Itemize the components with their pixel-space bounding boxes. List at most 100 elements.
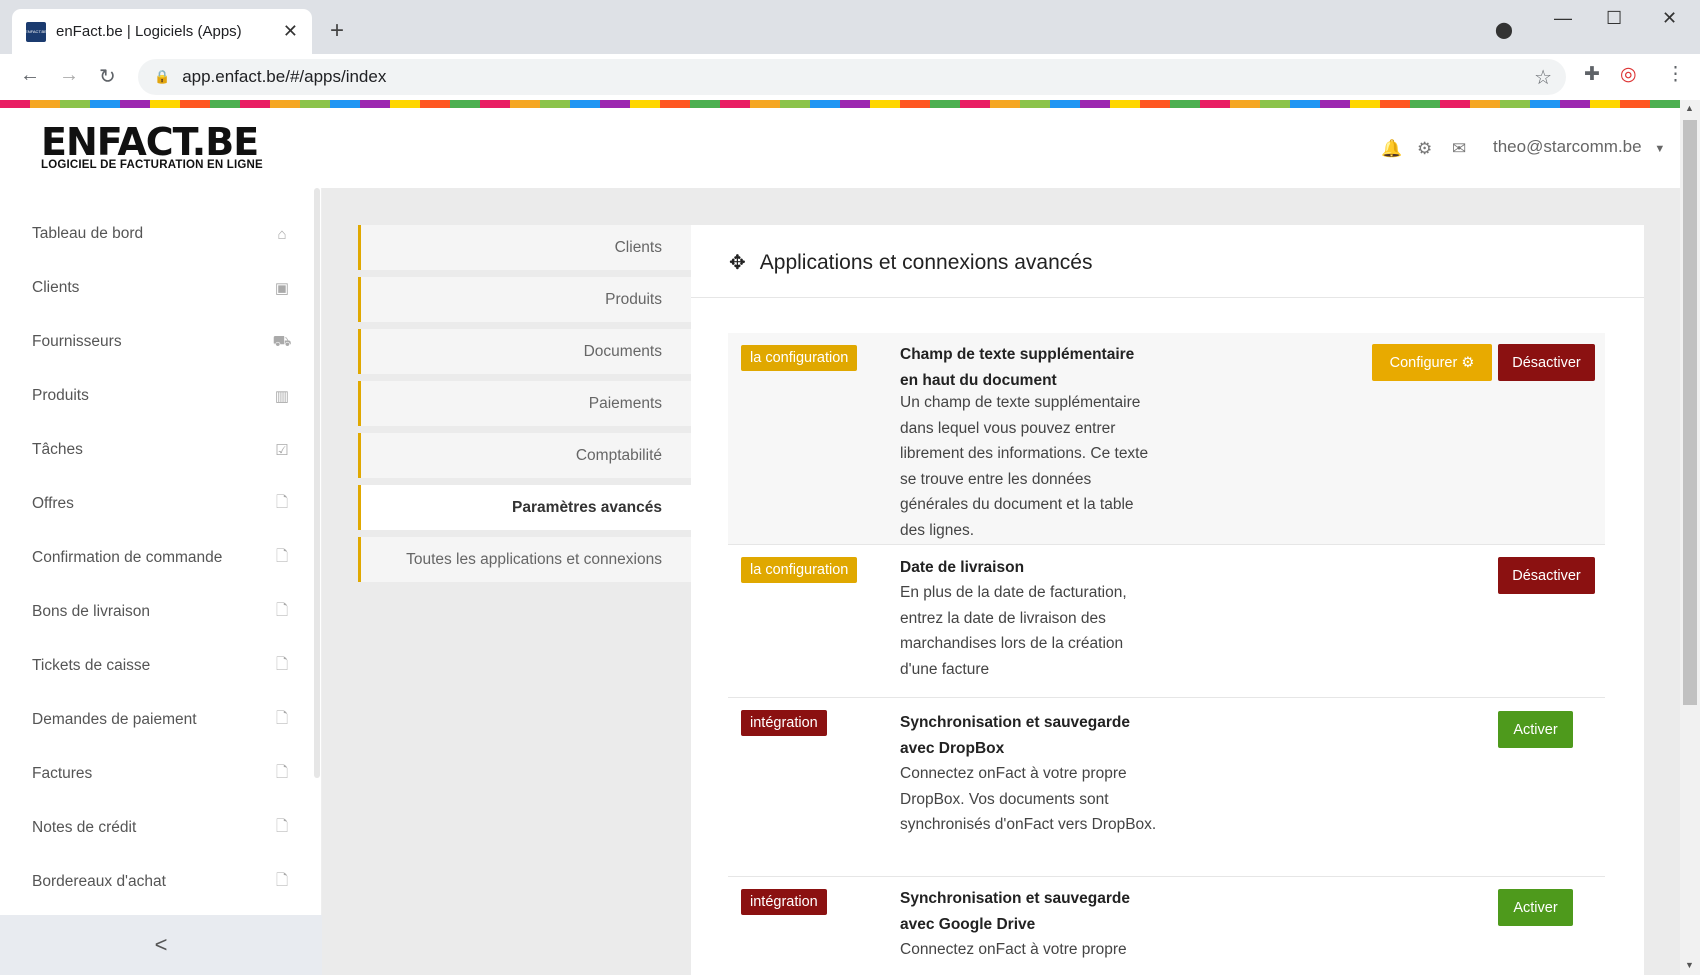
favicon-icon: ENFACT.BE — [25, 21, 47, 42]
deactivate-button[interactable]: Désactiver — [1498, 344, 1595, 381]
logo-sub: LOGICIEL DE FACTURATION EN LIGNE — [41, 159, 263, 171]
subnav-item-documents[interactable]: Documents — [358, 329, 691, 374]
pdf-file-icon: 🗋 — [275, 601, 289, 619]
scroll-down-icon[interactable]: ▼ — [1685, 960, 1694, 970]
sidebar-scrollbar[interactable] — [314, 188, 320, 778]
subnav-item-clients[interactable]: Clients — [358, 225, 691, 270]
browser-tab[interactable]: ENFACT.BE enFact.be | Logiciels (Apps) ✕ — [12, 9, 312, 54]
subnav-item-paiements[interactable]: Paiements — [358, 381, 691, 426]
cogs-icon[interactable]: ⚙ — [1417, 139, 1432, 159]
apps-panel: ✥ Applications et connexions avancés la … — [691, 225, 1644, 975]
sidebar-item-clients[interactable]: Clients ▣ — [32, 273, 292, 303]
sidebar-item-label: Confirmation de commande — [32, 549, 223, 566]
button-label: Activer — [1513, 899, 1558, 916]
minimize-icon[interactable]: — — [1554, 8, 1572, 29]
logo[interactable]: ENFACT.BE LOGICIEL DE FACTURATION EN LIG… — [41, 123, 263, 171]
sidebar-item-offres[interactable]: Offres 🗋 — [32, 489, 292, 519]
close-tab-icon[interactable]: ✕ — [283, 21, 298, 42]
maximize-icon[interactable]: ☐ — [1606, 8, 1622, 29]
page-title: ✥ Applications et connexions avancés — [729, 250, 1092, 275]
sidebar-item-label: Offres — [32, 495, 74, 512]
sidebar-item-label: Tickets de caisse — [32, 657, 151, 674]
app-description: Connectez onFact à votre propre — [900, 941, 1127, 958]
user-email: theo@starcomm.be — [1493, 137, 1642, 156]
subnav-label: Produits — [605, 290, 662, 308]
app-row: la configuration Champ de texte suppléme… — [728, 333, 1605, 545]
subnav-item-produits[interactable]: Produits — [358, 277, 691, 322]
category-badge: intégration — [741, 710, 827, 736]
new-tab-icon[interactable]: + — [330, 17, 344, 45]
pdf-file-icon: 🗋 — [275, 709, 289, 727]
sidebar-item-factures[interactable]: Factures 🗋 — [32, 759, 292, 789]
category-badge: la configuration — [741, 345, 858, 371]
button-label: Configurer ⚙ — [1389, 354, 1475, 371]
subnav-label: Clients — [614, 238, 662, 256]
app-description: Un champ de texte supplémentaire dans le… — [900, 394, 1149, 539]
sidebar-item-taches[interactable]: Tâches ☑ — [32, 435, 292, 465]
panel-title-text: Applications et connexions avancés — [759, 250, 1093, 274]
configure-button[interactable]: Configurer ⚙ — [1372, 344, 1492, 381]
subnav-label: Paramètres avancés — [512, 498, 662, 516]
sidebar-item-demandes-de-paiement[interactable]: Demandes de paiement 🗋 — [32, 705, 292, 735]
pdf-file-icon: 🗋 — [275, 547, 289, 565]
app-row: la configuration Date de livraison En pl… — [728, 545, 1605, 698]
logo-main: ENFACT.BE — [41, 120, 259, 164]
deactivate-button[interactable]: Désactiver — [1498, 557, 1595, 594]
address-bar[interactable]: 🔒 app.enfact.be/#/apps/index ☆ — [138, 59, 1566, 95]
reload-icon[interactable]: ↻ — [99, 64, 116, 89]
app-title: Synchronisation et sauvegarde avec DropB… — [900, 714, 1130, 757]
app-title: Champ de texte supplémentaire en haut du… — [900, 346, 1135, 389]
sidebar-item-label: Demandes de paiement — [32, 711, 197, 728]
extension-circles-icon[interactable]: ◎ — [1620, 63, 1637, 86]
bell-icon[interactable]: 🔔 — [1381, 139, 1402, 159]
activate-button[interactable]: Activer — [1498, 889, 1573, 926]
profile-dropdown-icon[interactable]: ⬤ — [1495, 20, 1513, 40]
activate-button[interactable]: Activer — [1498, 711, 1573, 748]
bookmark-star-icon[interactable]: ☆ — [1534, 65, 1552, 90]
sidebar-item-bordereaux-dachat[interactable]: Bordereaux d'achat 🗋 — [32, 867, 292, 897]
subnav-item-toutes-les-applications[interactable]: Toutes les applications et connexions — [358, 537, 691, 582]
back-icon[interactable]: ← — [20, 64, 40, 87]
sidebar-item-bons-de-livraison[interactable]: Bons de livraison 🗋 — [32, 597, 292, 627]
sidebar-item-produits[interactable]: Produits ▥ — [32, 381, 292, 411]
close-window-icon[interactable]: ✕ — [1662, 8, 1677, 29]
app-row: intégration Synchronisation et sauvegard… — [728, 698, 1605, 877]
rainbow-strip — [0, 100, 1700, 108]
extensions-icon[interactable]: ✚ — [1584, 63, 1600, 86]
browser-menu-icon[interactable]: ⋮ — [1666, 63, 1685, 86]
sidebar-item-label: Tableau de bord — [32, 225, 144, 242]
subnav-item-comptabilite[interactable]: Comptabilité — [358, 433, 691, 478]
puzzle-icon: ✥ — [729, 252, 746, 274]
sidebar-item-fournisseurs[interactable]: Fournisseurs ⛟ — [32, 327, 292, 357]
collapse-sidebar-button[interactable]: < — [0, 915, 322, 975]
browser-toolbar: ← → ↻ 🔒 app.enfact.be/#/apps/index ☆ — [0, 54, 1700, 100]
app-header: ENFACT.BE LOGICIEL DE FACTURATION EN LIG… — [0, 108, 1680, 188]
scrollbar-thumb[interactable] — [1683, 120, 1697, 705]
tab-bar: ENFACT.BE enFact.be | Logiciels (Apps) ✕… — [0, 0, 1700, 54]
settings-subnav: Clients Produits Documents Paiements Com… — [358, 225, 691, 589]
scroll-up-icon[interactable]: ▲ — [1685, 103, 1694, 113]
home-icon: ⌂ — [277, 225, 287, 243]
subnav-item-parametres-avances[interactable]: Paramètres avancés — [358, 485, 691, 530]
sidebar-item-label: Bons de livraison — [32, 603, 151, 620]
sidebar-item-label: Fournisseurs — [32, 333, 122, 350]
subnav-label: Toutes les applications et connexions — [406, 550, 662, 568]
pdf-file-icon: 🗋 — [275, 493, 289, 511]
sidebar-item-tickets-de-caisse[interactable]: Tickets de caisse 🗋 — [32, 651, 292, 681]
sidebar-item-confirmation-de-commande[interactable]: Confirmation de commande 🗋 — [32, 543, 292, 573]
pdf-file-icon: 🗋 — [275, 655, 289, 673]
page-scrollbar[interactable]: ▲ ▼ — [1680, 100, 1700, 975]
subnav-label: Documents — [583, 342, 662, 360]
sidebar-item-tableau-de-bord[interactable]: Tableau de bord ⌂ — [32, 219, 292, 249]
envelope-icon[interactable]: ✉ — [1452, 139, 1466, 159]
barcode-icon: ▥ — [274, 388, 290, 405]
category-badge: la configuration — [741, 557, 858, 583]
app-title: Synchronisation et sauvegarde avec Googl… — [900, 890, 1130, 933]
sidebar-item-notes-de-credit[interactable]: Notes de crédit 🗋 — [32, 813, 292, 843]
lock-icon: 🔒 — [154, 69, 171, 84]
pdf-file-icon: 🗋 — [275, 817, 289, 835]
divider — [691, 297, 1644, 298]
user-menu[interactable]: theo@starcomm.be ▼ — [1493, 137, 1665, 157]
forward-icon[interactable]: → — [59, 64, 79, 87]
caret-down-icon: ▼ — [1654, 143, 1666, 155]
